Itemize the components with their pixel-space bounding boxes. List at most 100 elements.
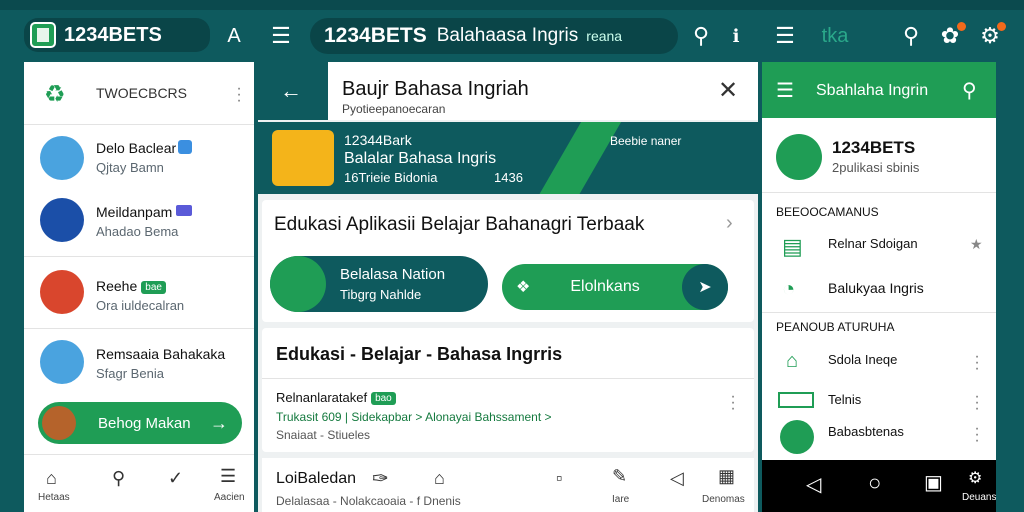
avatar xyxy=(42,406,76,440)
bottom-bar: LoiBaledan ✑ Delalasaa - Nolakcaoaia - f… xyxy=(262,458,754,512)
bookmark-icon[interactable]: ✎ xyxy=(612,466,627,487)
info-icon[interactable]: ℹ xyxy=(726,24,746,48)
back-icon[interactable]: ◁ xyxy=(670,468,684,489)
search-icon[interactable]: ⚲ xyxy=(962,78,977,103)
menu-icon[interactable]: ☰ xyxy=(220,466,236,487)
send-icon: ➤ xyxy=(682,264,728,310)
avatar xyxy=(40,136,84,180)
avatar xyxy=(40,198,84,242)
edge-background xyxy=(996,62,1024,512)
star-icon[interactable]: ★ xyxy=(970,236,983,253)
more-icon[interactable]: · · · xyxy=(730,389,736,417)
home-icon[interactable]: ⌂ xyxy=(46,468,57,489)
back-icon[interactable]: ◁ xyxy=(806,472,821,497)
document-icon: ▤ xyxy=(782,234,803,259)
course-card: Edukasi - Belajar - Bahasa Ingrris Relna… xyxy=(262,328,754,452)
menu-item[interactable]: Telnis · · · xyxy=(762,388,996,418)
profile-avatar xyxy=(776,134,822,180)
top-bar: 1234BETS A ☰ 1234BETS Balahaasa Ingris r… xyxy=(0,10,1024,62)
menu-item-label: Relnar Sdoigan xyxy=(828,236,918,251)
menu-item[interactable]: ◔ Balukyaa Ingris xyxy=(762,270,996,310)
status-badge: bae xyxy=(141,280,166,294)
list-item-title: Delo Baclear xyxy=(96,140,177,156)
course-item-link[interactable]: Trukasit 609 | Sidekapbar > Alonayai Bah… xyxy=(276,410,552,424)
feature-card: Edukasi Aplikasii Belajar Bahanagri Terb… xyxy=(262,200,754,322)
nav-label: Denomas xyxy=(702,494,745,505)
lesson-line1: Belalasa Nation xyxy=(340,266,446,283)
hero-line2: Balalar Bahasa Ingris xyxy=(344,150,497,167)
close-icon[interactable]: ✕ xyxy=(718,76,738,105)
more-icon[interactable]: · · · xyxy=(974,389,980,417)
tab-subtitle: Balahaasa Ingris xyxy=(436,25,579,46)
tag-icon xyxy=(176,205,192,216)
hero-banner[interactable]: 12344Bark Balalar Bahasa Ingris 16Trieie… xyxy=(258,122,758,194)
menu-icon-right[interactable]: ☰ xyxy=(772,23,798,48)
more-icon[interactable]: · · · xyxy=(974,421,980,449)
inbox-icon[interactable]: ▫ xyxy=(556,468,562,489)
cta-label: Behog Makan xyxy=(98,414,191,432)
hero-image xyxy=(272,130,334,186)
tab-search-pill[interactable]: 1234BETS Balahaasa Ingris reana xyxy=(310,18,678,54)
home-icon[interactable]: ○ xyxy=(868,470,881,496)
page-title: Baujr Bahasa Ingriah xyxy=(342,78,529,100)
grid-icon[interactable]: ▦ xyxy=(718,466,735,487)
tab-title: 1234BETS xyxy=(324,24,427,47)
list-item[interactable]: Meildanpam Ahadao Bema xyxy=(24,190,254,248)
bottom-title: LoiBaledan xyxy=(276,470,357,487)
search-icon-right[interactable]: ⚲ xyxy=(898,23,924,48)
list-item[interactable]: Remsaaia Bahakaka Sfagr Benia xyxy=(24,334,254,392)
list-item[interactable]: Reehe bae Ora iuldecalran xyxy=(24,262,254,322)
download-label: Elolnkans xyxy=(570,278,640,295)
menu-icon[interactable]: ☰ xyxy=(268,23,294,48)
nav-label-home: Hetaas xyxy=(38,492,70,503)
menu-item[interactable]: Babasbtenas · · · xyxy=(762,418,996,458)
pen-icon[interactable]: ✑ xyxy=(372,466,389,491)
gauge-icon: ◔ xyxy=(782,276,796,301)
settings-icon[interactable]: ⚙ xyxy=(968,468,982,488)
avatar xyxy=(40,340,84,384)
menu-item-label: Sdola Ineqe xyxy=(828,352,898,367)
card-title: Edukasi Aplikasii Belajar Bahanagri Terb… xyxy=(274,214,645,235)
home-icon[interactable]: ⌂ xyxy=(434,468,445,489)
profile-sub: 2pulikasi sbinis xyxy=(832,160,920,175)
status-badge: bao xyxy=(371,392,396,406)
section-header: PEANOUB ATURUHA xyxy=(776,320,895,334)
menu-item-label: Telnis xyxy=(828,392,862,407)
list-item[interactable]: Delo Baclear Qjtay Bamn xyxy=(24,128,254,186)
page-subtitle: Pyotieepanoecaran xyxy=(342,102,446,116)
settings-icon[interactable]: ⚙ xyxy=(978,22,1006,48)
recents-icon[interactable]: ▣ xyxy=(924,470,943,495)
menu-item[interactable]: ⌂ Sdola Ineqe · · · xyxy=(762,344,996,384)
list-item-sub: Qjtay Bamn xyxy=(96,160,164,175)
mail-icon[interactable]: ✓ xyxy=(168,468,183,489)
lesson-line2: Tibgrg Nahlde xyxy=(340,287,422,302)
more-icon[interactable]: · · · xyxy=(974,349,980,377)
menu-icon[interactable]: ☰ xyxy=(776,78,794,103)
hero-stripe xyxy=(529,122,627,194)
app-initial[interactable]: A xyxy=(222,24,246,48)
back-arrow-icon[interactable]: ← xyxy=(280,78,302,104)
cta-button[interactable]: Behog Makan → xyxy=(38,402,242,444)
menu-item[interactable]: ▤ Relnar Sdoigan ★ xyxy=(762,228,996,268)
list-item-title: Reehe bae xyxy=(96,278,166,294)
download-button[interactable]: ❖ Elolnkans ➤ xyxy=(502,264,728,310)
nav-label: Deuans xyxy=(962,492,997,503)
header: Baujr Bahasa Ingriah Pyotieepanoecaran ✕ xyxy=(328,62,758,120)
nav-label: Iare xyxy=(612,494,630,505)
app-title-pill[interactable]: 1234BETS xyxy=(24,18,210,52)
list-item-sub: Ahadao Bema xyxy=(96,224,179,239)
chevron-right-icon[interactable]: › xyxy=(726,212,733,235)
list-item-sub: Ora iuldecalran xyxy=(96,298,185,313)
leaf-icon: ❖ xyxy=(516,279,531,296)
avatar xyxy=(270,256,326,312)
lesson-button[interactable]: Belalasa Nation Tibgrg Nahlde xyxy=(270,256,488,312)
notification-icon[interactable]: ✿ xyxy=(938,22,966,48)
card-title: Edukasi - Belajar - Bahasa Ingrris xyxy=(276,344,563,364)
list-item-sub: Sfagr Benia xyxy=(96,366,164,381)
search-icon[interactable]: ⚲ xyxy=(112,468,125,489)
hero-count: 1436 xyxy=(494,170,523,185)
search-icon[interactable]: ⚲ xyxy=(688,23,714,48)
menu-item-label: Babasbtenas xyxy=(828,424,904,439)
more-icon[interactable]: · · · xyxy=(236,81,242,109)
section-header: BEEOOCAMANUS xyxy=(776,205,879,219)
